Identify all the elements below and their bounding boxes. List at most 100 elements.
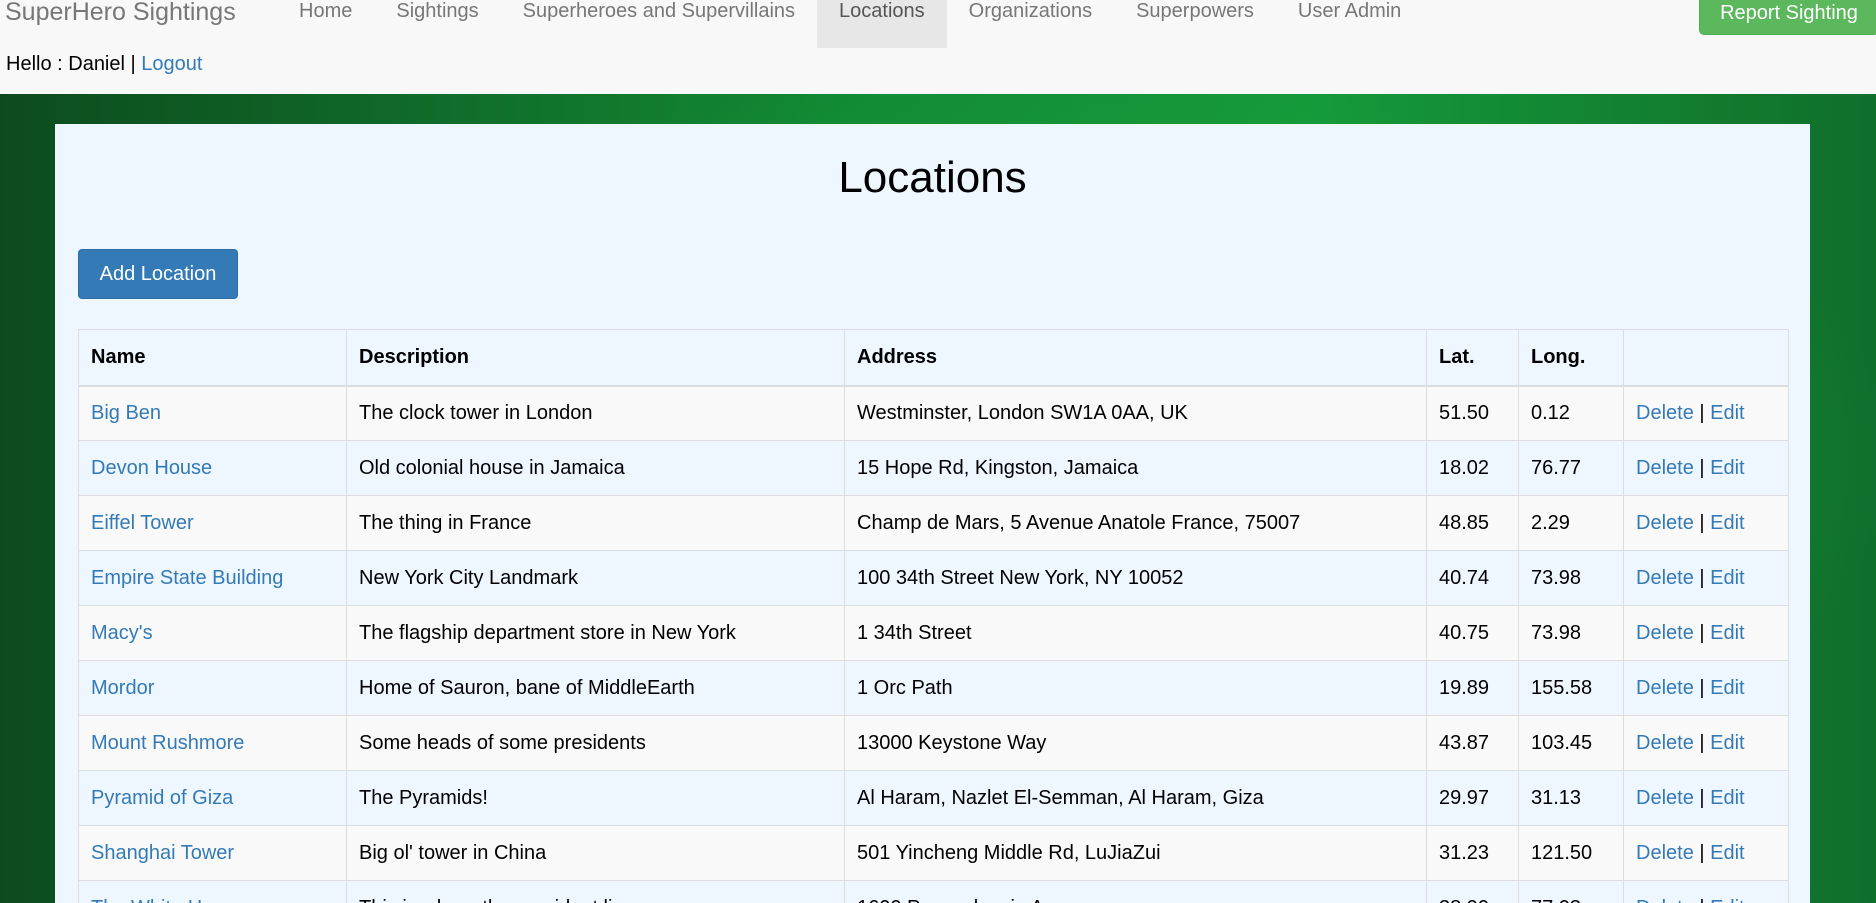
- location-long: 31.13: [1518, 770, 1624, 826]
- add-location-button[interactable]: Add Location: [78, 249, 238, 299]
- nav-sightings[interactable]: Sightings: [374, 0, 500, 48]
- delete-link[interactable]: Delete: [1636, 457, 1694, 479]
- edit-link[interactable]: Edit: [1710, 622, 1744, 644]
- location-name-cell: Mordor: [78, 660, 347, 716]
- location-name-cell: The White House: [78, 880, 347, 903]
- location-long: 76.77: [1518, 440, 1624, 496]
- location-address: Al Haram, Nazlet El-Semman, Al Haram, Gi…: [844, 770, 1427, 826]
- table-row: The White House This is where the preside…: [78, 880, 1789, 903]
- header-name: Name: [78, 329, 347, 387]
- location-name-link[interactable]: Macy's: [91, 622, 153, 644]
- location-lat: 43.87: [1426, 715, 1519, 771]
- delete-link[interactable]: Delete: [1636, 842, 1694, 864]
- location-long: 77.03: [1518, 880, 1624, 903]
- delete-link[interactable]: Delete: [1636, 897, 1694, 903]
- page-title: Locations: [838, 153, 1027, 202]
- location-description: Home of Sauron, bane of MiddleEarth: [346, 660, 845, 716]
- edit-link[interactable]: Edit: [1710, 402, 1744, 424]
- location-description: Old colonial house in Jamaica: [346, 440, 845, 496]
- brand-link[interactable]: SuperHero Sightings: [5, 0, 236, 27]
- delete-link[interactable]: Delete: [1636, 402, 1694, 424]
- location-name-cell: Pyramid of Giza: [78, 770, 347, 826]
- actions-cell: Delete | Edit: [1623, 550, 1789, 606]
- location-long: 121.50: [1518, 825, 1624, 881]
- location-description: The flagship department store in New Yor…: [346, 605, 845, 661]
- locations-table: Name Description Address Lat. Long. Big …: [78, 329, 1789, 903]
- action-separator: |: [1699, 841, 1705, 864]
- logout-link[interactable]: Logout: [141, 53, 202, 75]
- edit-link[interactable]: Edit: [1710, 897, 1744, 903]
- user-separator: |: [130, 53, 136, 75]
- location-name-link[interactable]: Mount Rushmore: [91, 732, 244, 754]
- location-description: This is where the president lives: [346, 880, 845, 903]
- action-separator: |: [1699, 621, 1705, 644]
- location-name-link[interactable]: Pyramid of Giza: [91, 787, 233, 809]
- actions-cell: Delete | Edit: [1623, 385, 1789, 441]
- table-row: Shanghai Tower Big ol' tower in China 501 …: [78, 825, 1789, 881]
- action-separator: |: [1699, 401, 1705, 424]
- delete-link[interactable]: Delete: [1636, 677, 1694, 699]
- delete-link[interactable]: Delete: [1636, 787, 1694, 809]
- edit-link[interactable]: Edit: [1710, 567, 1744, 589]
- nav-superheroes[interactable]: Superheroes and Supervillains: [501, 0, 817, 48]
- table-row: Pyramid of Giza The Pyramids! Al Haram, Na…: [78, 770, 1789, 826]
- nav-superpowers[interactable]: Superpowers: [1114, 0, 1276, 48]
- actions-cell: Delete | Edit: [1623, 825, 1789, 881]
- location-lat: 29.97: [1426, 770, 1519, 826]
- delete-link[interactable]: Delete: [1636, 732, 1694, 754]
- nav-organizations[interactable]: Organizations: [947, 0, 1114, 48]
- location-address: 1600 Pennsylvania Ave: [844, 880, 1427, 903]
- location-address: Westminster, London SW1A 0AA, UK: [844, 385, 1427, 441]
- location-name-cell: Empire State Building: [78, 550, 347, 606]
- location-description: The thing in France: [346, 495, 845, 551]
- location-name-link[interactable]: Eiffel Tower: [91, 512, 194, 534]
- location-long: 73.98: [1518, 550, 1624, 606]
- table-row: Macy's The flagship department store in N…: [78, 605, 1789, 661]
- actions-cell: Delete | Edit: [1623, 715, 1789, 771]
- location-long: 2.29: [1518, 495, 1624, 551]
- main-nav: Home Sightings Superheroes and Supervill…: [277, 0, 1423, 48]
- action-separator: |: [1699, 676, 1705, 699]
- delete-link[interactable]: Delete: [1636, 622, 1694, 644]
- nav-locations[interactable]: Locations: [817, 0, 947, 48]
- location-lat: 18.02: [1426, 440, 1519, 496]
- location-description: New York City Landmark: [346, 550, 845, 606]
- location-name-link[interactable]: Big Ben: [91, 402, 161, 424]
- nav-user-admin[interactable]: User Admin: [1276, 0, 1423, 48]
- user-bar: Hello : Daniel | Logout: [6, 52, 202, 77]
- location-name-cell: Big Ben: [78, 385, 347, 441]
- top-navbar: SuperHero Sightings Home Sightings Super…: [0, 0, 1876, 48]
- location-name-link[interactable]: Mordor: [91, 677, 154, 699]
- table-header-row: Name Description Address Lat. Long.: [78, 329, 1789, 387]
- delete-link[interactable]: Delete: [1636, 567, 1694, 589]
- actions-cell: Delete | Edit: [1623, 495, 1789, 551]
- location-name-link[interactable]: The White House: [91, 897, 246, 903]
- location-address: Champ de Mars, 5 Avenue Anatole France, …: [844, 495, 1427, 551]
- location-description: The clock tower in London: [346, 385, 845, 441]
- report-sighting-button[interactable]: Report Sighting: [1699, 0, 1876, 35]
- location-name-cell: Eiffel Tower: [78, 495, 347, 551]
- edit-link[interactable]: Edit: [1710, 732, 1744, 754]
- action-separator: |: [1699, 511, 1705, 534]
- edit-link[interactable]: Edit: [1710, 787, 1744, 809]
- action-separator: |: [1699, 731, 1705, 754]
- edit-link[interactable]: Edit: [1710, 677, 1744, 699]
- edit-link[interactable]: Edit: [1710, 457, 1744, 479]
- edit-link[interactable]: Edit: [1710, 842, 1744, 864]
- location-address: 100 34th Street New York, NY 10052: [844, 550, 1427, 606]
- location-lat: 38.90: [1426, 880, 1519, 903]
- table-row: Mordor Home of Sauron, bane of MiddleEart…: [78, 660, 1789, 716]
- location-long: 155.58: [1518, 660, 1624, 716]
- location-name-link[interactable]: Shanghai Tower: [91, 842, 234, 864]
- location-name-link[interactable]: Empire State Building: [91, 567, 283, 589]
- table-row: Eiffel Tower The thing in France Champ de …: [78, 495, 1789, 551]
- location-address: 13000 Keystone Way: [844, 715, 1427, 771]
- header-actions: [1623, 329, 1789, 387]
- nav-home[interactable]: Home: [277, 0, 374, 48]
- delete-link[interactable]: Delete: [1636, 512, 1694, 534]
- location-address: 15 Hope Rd, Kingston, Jamaica: [844, 440, 1427, 496]
- location-name-link[interactable]: Devon House: [91, 457, 212, 479]
- location-description: The Pyramids!: [346, 770, 845, 826]
- location-name-cell: Devon House: [78, 440, 347, 496]
- edit-link[interactable]: Edit: [1710, 512, 1744, 534]
